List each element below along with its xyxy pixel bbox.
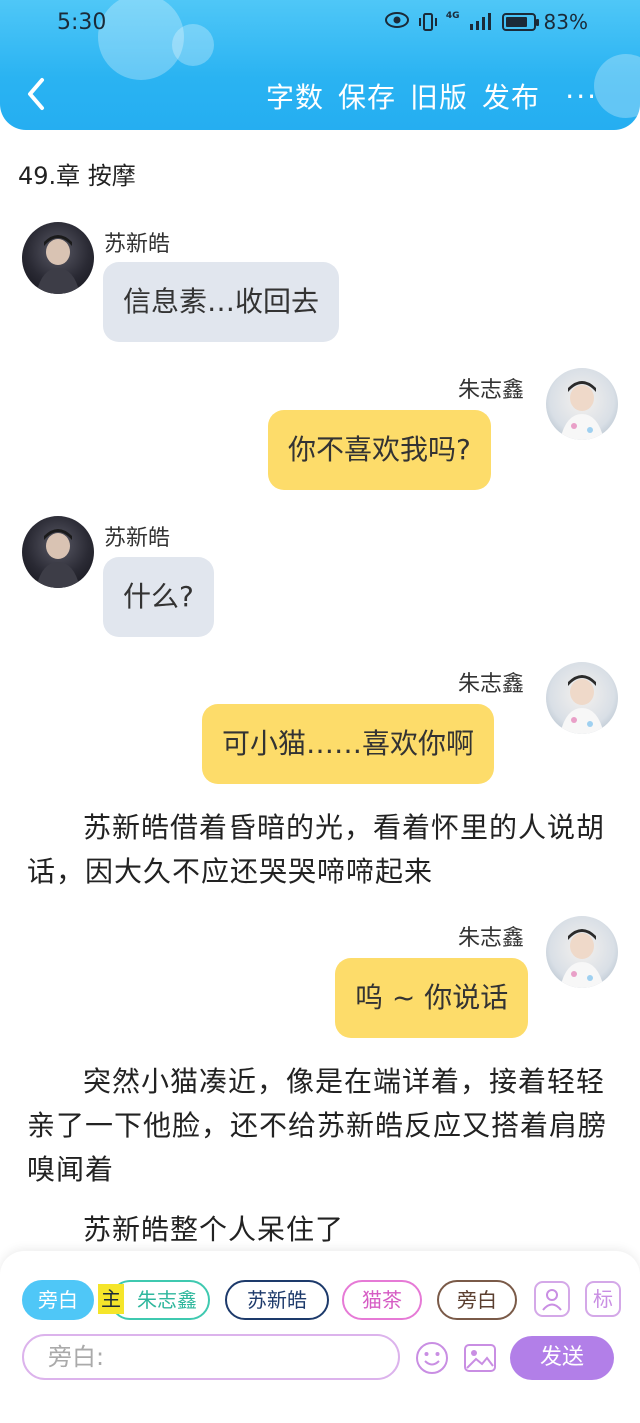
tag-icon[interactable]: 标	[585, 1281, 621, 1317]
save-button[interactable]: 保存	[338, 76, 396, 116]
chat-bubble[interactable]: 可小猫……喜欢你啊	[202, 704, 495, 784]
narration-input[interactable]: 旁白:	[22, 1334, 400, 1380]
avatar[interactable]	[22, 222, 94, 294]
app-header: 5:30 4G 83% 字数 保存 旧版 发布 ···	[0, 0, 640, 130]
avatar[interactable]	[22, 516, 94, 588]
role-chip-narrator[interactable]: 旁白	[22, 1280, 94, 1320]
avatar[interactable]	[546, 368, 618, 440]
battery-level	[505, 17, 528, 27]
vibrate-icon	[418, 11, 438, 33]
image-icon[interactable]	[462, 1340, 498, 1376]
chevron-left-icon	[28, 78, 44, 110]
network-type: 4G	[445, 11, 460, 21]
header-decoration	[172, 24, 214, 66]
speaker-name: 朱志鑫	[458, 378, 525, 403]
publish-button[interactable]: 发布	[482, 76, 540, 116]
signal-icon: 4G	[446, 11, 460, 33]
speaker-name: 苏新皓	[104, 232, 171, 257]
avatar[interactable]	[546, 662, 618, 734]
chapter-title: 49.章 按摩	[18, 162, 136, 190]
chat-bubble[interactable]: 什么?	[103, 557, 214, 637]
battery-icon	[501, 13, 539, 31]
speaker-name: 朱志鑫	[458, 672, 525, 697]
chat-bubble[interactable]: 你不喜欢我吗?	[268, 410, 491, 490]
narration-paragraph[interactable]: 突然小猫凑近，像是在端详着，接着轻轻亲了一下他脸，还不给苏新皓反应又搭着肩膀嗅闻…	[27, 1060, 607, 1192]
send-button[interactable]: 发送	[510, 1336, 614, 1380]
role-chip-narrator-2[interactable]: 旁白	[437, 1280, 517, 1320]
eye-icon	[384, 11, 410, 33]
header-decoration	[98, 0, 184, 80]
chat-bubble[interactable]: 呜 ~ 你说话	[335, 958, 529, 1038]
signal-bars-icon	[468, 11, 494, 33]
main-character-mark: 主	[98, 1284, 124, 1314]
person-card-icon[interactable]	[534, 1281, 570, 1317]
emoji-icon[interactable]	[414, 1340, 450, 1376]
narration-paragraph[interactable]: 苏新皓借着昏暗的光，看着怀里的人说胡话，因大久不应还哭哭啼啼起来	[27, 806, 607, 894]
speaker-name: 朱志鑫	[458, 926, 525, 951]
battery-percent: 83%	[543, 10, 588, 34]
chat-bubble[interactable]: 信息素…收回去	[103, 262, 340, 342]
speaker-name: 苏新皓	[104, 526, 171, 551]
status-icons: 4G 83%	[384, 10, 588, 34]
narration-paragraph[interactable]: 苏新皓整个人呆住了	[27, 1208, 607, 1252]
avatar[interactable]	[546, 916, 618, 988]
role-chip-zhu[interactable]: 朱志鑫	[110, 1280, 210, 1320]
header-decoration	[594, 54, 640, 118]
status-time: 5:30	[57, 10, 107, 35]
word-count-button[interactable]: 字数	[266, 76, 324, 116]
role-chip-maocha[interactable]: 猫茶	[342, 1280, 422, 1320]
role-chip-su[interactable]: 苏新皓	[225, 1280, 329, 1320]
old-version-button[interactable]: 旧版	[410, 76, 468, 116]
back-button[interactable]	[18, 72, 58, 116]
more-options-button[interactable]: ···	[565, 80, 598, 113]
header-actions: 字数 保存 旧版 发布	[252, 76, 540, 116]
